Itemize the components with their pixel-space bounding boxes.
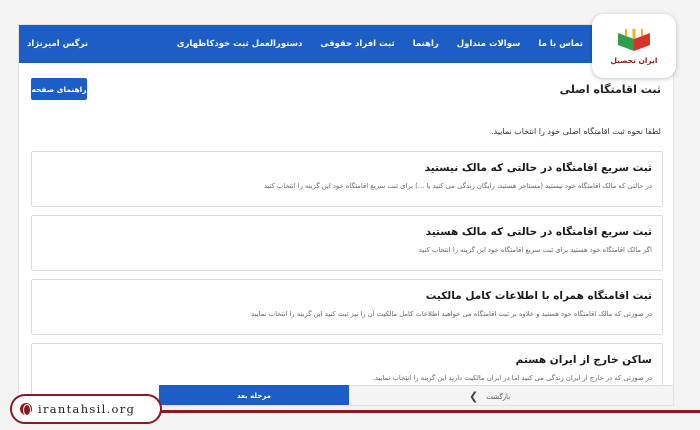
- option-title: ساکن خارج از ایران هستم: [515, 354, 652, 366]
- brand-logo-text: ایران تحصیل: [610, 56, 658, 65]
- page-title: ثبت اقامتگاه اصلی: [559, 83, 661, 96]
- nav-link-contact[interactable]: تماس با ما: [538, 39, 583, 49]
- next-step-button[interactable]: مرحله بعد: [159, 385, 349, 405]
- globe-icon: [20, 403, 32, 416]
- nav-link-legal-entities[interactable]: ثبت افراد حقوقی: [320, 39, 394, 49]
- option-description: در حالتی که مالک اقامتگاه خود نیستید (مس…: [263, 182, 652, 190]
- back-button-label: بازگشت: [486, 392, 511, 401]
- nav-link-help[interactable]: راهنما: [413, 39, 439, 49]
- option-title: ثبت سریع اقامتگاه در حالتی که مالک هستید: [425, 226, 652, 238]
- browser-screen: تماس با ما سوالات متداول راهنما ثبت افرا…: [18, 24, 674, 406]
- option-title: ثبت اقامتگاه همراه با اطلاعات کامل مالکی…: [425, 290, 652, 302]
- option-title: ثبت سریع اقامتگاه در حالتی که مالک نیستی…: [424, 162, 652, 174]
- brand-logo: ایران تحصیل: [592, 14, 676, 78]
- option-description: در صورتی که در خارج از ایران زندگی می کن…: [372, 374, 652, 382]
- back-button[interactable]: ❮ بازگشت: [349, 385, 673, 405]
- nav-links: تماس با ما سوالات متداول راهنما ثبت افرا…: [177, 25, 583, 63]
- footer-url: irantahsil.org: [38, 402, 136, 416]
- option-card-owner[interactable]: ثبت سریع اقامتگاه در حالتی که مالک هستید…: [31, 215, 663, 271]
- book-emblem-icon: [618, 29, 650, 51]
- page-guide-button[interactable]: راهنمای صفحه: [31, 78, 87, 100]
- top-navbar: تماس با ما سوالات متداول راهنما ثبت افرا…: [19, 25, 673, 63]
- main-content: ثبت اقامتگاه اصلی راهنمای صفحه لطفا نحوه…: [19, 63, 673, 405]
- option-description: اگر مالک اقامتگاه خود هستید برای ثبت سری…: [418, 246, 652, 254]
- nav-link-self-declaration-guide[interactable]: دستورالعمل ثبت خودکاظهاری: [177, 39, 303, 49]
- footer-divider: [160, 410, 700, 413]
- instruction-text: لطفا نحوه ثبت اقامتگاه اصلی خود را انتخا…: [491, 127, 661, 136]
- option-card-full-ownership[interactable]: ثبت اقامتگاه همراه با اطلاعات کامل مالکی…: [31, 279, 663, 335]
- option-description: در صورتی که مالک اقامتگاه خود هستید و عل…: [251, 310, 652, 318]
- footer-url-badge: irantahsil.org: [10, 394, 162, 424]
- option-card-not-owner[interactable]: ثبت سریع اقامتگاه در حالتی که مالک نیستی…: [31, 151, 663, 207]
- chevron-left-icon: ❮: [469, 390, 479, 403]
- screenshot-frame: تماس با ما سوالات متداول راهنما ثبت افرا…: [0, 0, 700, 430]
- nav-link-faq[interactable]: سوالات متداول: [457, 39, 521, 49]
- user-name[interactable]: نرگس امیرنژاد: [27, 25, 88, 63]
